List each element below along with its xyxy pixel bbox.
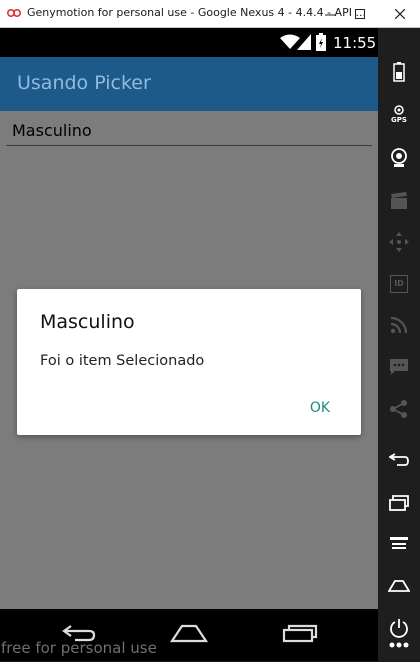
- id-icon-label: ID: [394, 279, 404, 288]
- android-status-bar: 11:55: [0, 28, 378, 57]
- minimize-button[interactable]: [315, 0, 345, 27]
- dialog-message: Foi o item Selecionado: [40, 353, 205, 369]
- sms-icon: [390, 359, 408, 375]
- toolbar-menu-button[interactable]: [378, 527, 420, 561]
- toolbar-share-button[interactable]: [378, 392, 420, 426]
- menu-icon: [390, 537, 408, 549]
- genymotion-logo-icon: [7, 9, 21, 17]
- back-icon: [389, 453, 409, 466]
- dialog-ok-button[interactable]: OK: [300, 393, 340, 423]
- home-icon: [170, 624, 208, 643]
- toolbar-recent-button[interactable]: [378, 486, 420, 520]
- nav-recent-button[interactable]: [275, 617, 325, 649]
- picker-selected-value: Masculino: [12, 121, 92, 140]
- toolbar-gps-label: GPS: [391, 116, 407, 124]
- window-titlebar: Genymotion for personal use - Google Nex…: [0, 0, 420, 28]
- emulator-toolbar: GPS ID: [378, 28, 420, 661]
- toolbar-camera-button[interactable]: [378, 141, 420, 175]
- battery-icon: [316, 33, 326, 51]
- android-nav-bar: free for personal use: [0, 609, 378, 661]
- toolbar-back-button[interactable]: [378, 443, 420, 477]
- toolbar-device-id-button[interactable]: ID: [378, 267, 420, 301]
- toolbar-more-button[interactable]: [378, 628, 420, 662]
- toolbar-rss-button[interactable]: [378, 308, 420, 342]
- recent-apps-icon: [389, 495, 409, 511]
- rss-icon: [390, 316, 408, 334]
- recent-apps-icon: [282, 624, 318, 643]
- personal-use-watermark: free for personal use: [1, 639, 157, 657]
- status-clock: 11:55: [333, 34, 377, 52]
- close-icon: [395, 8, 405, 19]
- close-button[interactable]: [385, 0, 415, 27]
- minimize-icon: [325, 14, 335, 15]
- dpad-icon: [389, 232, 409, 252]
- app-title: Usando Picker: [17, 72, 151, 94]
- maximize-icon: [355, 8, 365, 19]
- camera-icon: [391, 148, 407, 167]
- home-icon: [388, 580, 410, 592]
- gender-picker[interactable]: Masculino: [6, 117, 372, 146]
- alert-dialog: Masculino Foi o item Selecionado OK: [17, 289, 361, 435]
- video-icon: [391, 192, 407, 209]
- app-action-bar: Usando Picker: [0, 57, 378, 111]
- signal-icon: [297, 34, 311, 50]
- share-icon: [390, 400, 407, 418]
- toolbar-battery-button[interactable]: [378, 55, 420, 89]
- toolbar-home-button[interactable]: [378, 569, 420, 603]
- toolbar-sms-button[interactable]: [378, 350, 420, 384]
- nav-home-button[interactable]: [164, 617, 214, 649]
- battery-icon: [393, 62, 405, 82]
- toolbar-video-button[interactable]: [378, 184, 420, 218]
- gps-icon: [394, 105, 404, 115]
- dialog-title: Masculino: [40, 311, 135, 333]
- device-screen: 11:55 Usando Picker Masculino Masculino …: [0, 28, 378, 661]
- toolbar-dpad-button[interactable]: [378, 225, 420, 259]
- id-icon: ID: [390, 275, 408, 293]
- app-screen: Usando Picker Masculino Masculino Foi o …: [0, 57, 378, 609]
- more-icon: [389, 642, 409, 648]
- maximize-button[interactable]: [345, 0, 375, 27]
- toolbar-gps-button[interactable]: GPS: [378, 97, 420, 131]
